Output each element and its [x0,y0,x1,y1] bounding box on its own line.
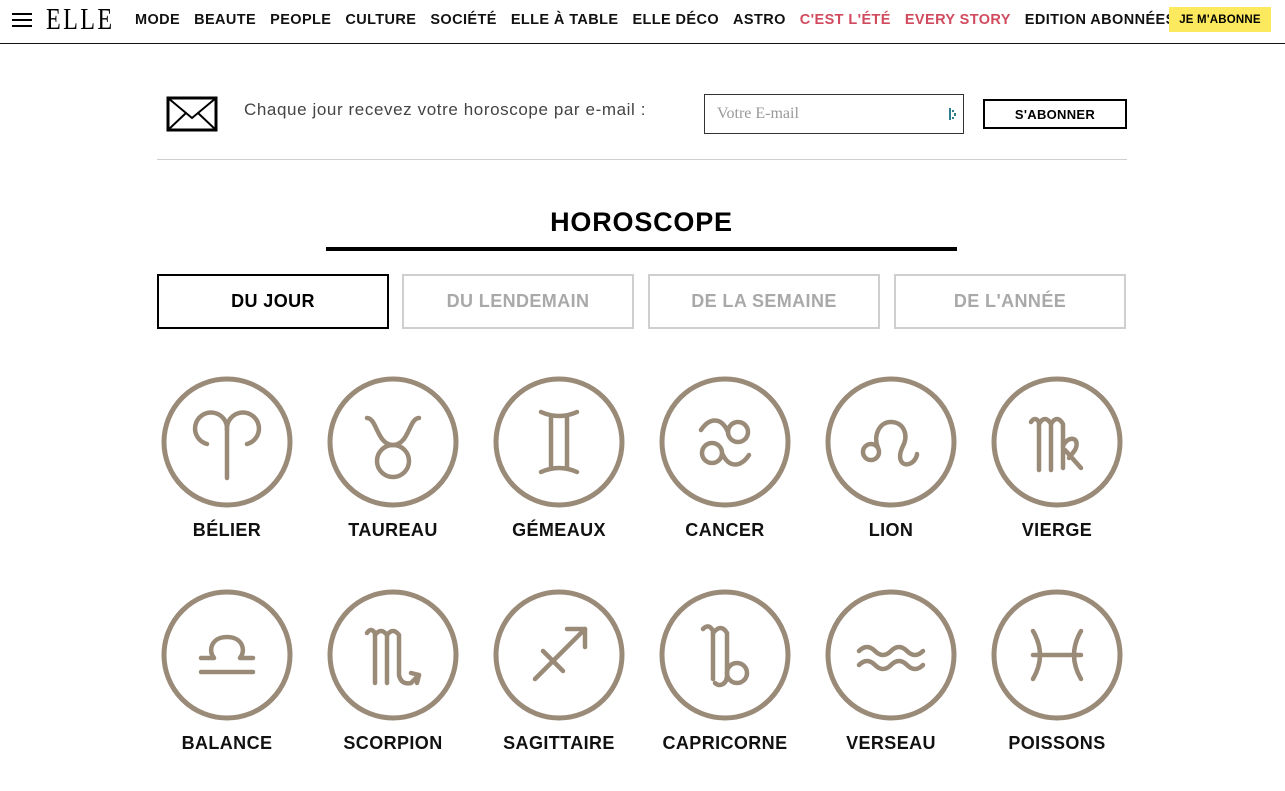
capricorn-icon [659,589,791,721]
sign-sagittaire[interactable]: SAGITTAIRE [476,589,642,769]
nav-item-beaute[interactable]: BEAUTE [194,12,256,28]
sign-label: BÉLIER [192,520,262,540]
tab-de-lannee[interactable]: DE L'ANNÉE [894,274,1126,329]
sign-cancer[interactable]: CANCER [642,376,808,556]
sign-gemeaux[interactable]: GÉMEAUX [476,376,642,556]
libra-icon [161,589,293,721]
pisces-icon [991,589,1123,721]
sign-scorpion[interactable]: SCORPION [310,589,476,769]
leo-icon [825,376,957,508]
sign-lion[interactable]: LION [808,376,974,556]
nav-item-edition-abonnees[interactable]: EDITION ABONNÉES [1025,12,1176,28]
aries-icon [161,376,293,508]
sagittarius-icon [493,589,625,721]
newsletter-text: Chaque jour recevez votre horoscope par … [244,100,647,119]
sign-label: VIERGE [1021,520,1093,540]
sign-label: TAUREAU [348,520,438,540]
nav-item-people[interactable]: PEOPLE [270,12,331,28]
tab-du-lendemain[interactable]: DU LENDEMAIN [402,274,634,329]
nav-item-cest-lete[interactable]: C'EST L'ÉTÉ [800,12,891,28]
sign-taureau[interactable]: TAUREAU [310,376,476,556]
top-navigation-bar: ELLE MODE BEAUTE PEOPLE CULTURE SOCIÉTÉ … [0,0,1285,44]
elle-logo[interactable]: ELLE [46,2,114,36]
nav-item-elle-a-table[interactable]: ELLE À TABLE [511,12,619,28]
main-nav: MODE BEAUTE PEOPLE CULTURE SOCIÉTÉ ELLE … [135,0,1190,40]
sign-label: GÉMEAUX [512,520,606,540]
scorpio-icon [327,589,459,721]
aquarius-icon [825,589,957,721]
sign-verseau[interactable]: VERSEAU [808,589,974,769]
menu-icon[interactable] [12,13,32,29]
sign-label: CAPRICORNE [662,733,788,753]
sign-label: VERSEAU [846,733,936,753]
sign-poissons[interactable]: POISSONS [974,589,1140,769]
sign-capricorne[interactable]: CAPRICORNE [642,589,808,769]
nav-item-astro[interactable]: ASTRO [733,12,786,28]
newsletter-signup: Chaque jour recevez votre horoscope par … [157,88,1127,160]
tab-de-la-semaine[interactable]: DE LA SEMAINE [648,274,880,329]
sign-label: LION [868,520,914,540]
sign-balance[interactable]: BALANCE [144,589,310,769]
sign-label: CANCER [685,520,765,540]
subscribe-cta-button[interactable]: JE M'ABONNE [1169,7,1271,32]
autofill-icon[interactable] [948,107,958,121]
sign-label: SCORPION [343,733,443,753]
sign-label: BALANCE [181,733,273,753]
nav-item-mode[interactable]: MODE [135,12,180,28]
cancer-icon [659,376,791,508]
sign-label: SAGITTAIRE [503,733,615,753]
nav-item-societe[interactable]: SOCIÉTÉ [430,12,496,28]
page-title: HOROSCOPE [550,207,733,237]
sign-vierge[interactable]: VIERGE [974,376,1140,556]
email-field-wrapper [704,94,964,134]
title-underline [326,247,957,251]
nav-item-every-story[interactable]: EVERY STORY [905,12,1011,28]
taurus-icon [327,376,459,508]
nav-item-elle-deco[interactable]: ELLE DÉCO [632,12,719,28]
nav-item-culture[interactable]: CULTURE [345,12,416,28]
email-field[interactable] [705,95,963,133]
virgo-icon [991,376,1123,508]
sign-label: POISSONS [1008,733,1106,753]
envelope-icon [166,96,218,132]
sign-belier[interactable]: BÉLIER [144,376,310,556]
tab-du-jour[interactable]: DU JOUR [157,274,389,329]
gemini-icon [493,376,625,508]
newsletter-subscribe-button[interactable]: S'ABONNER [983,99,1127,129]
